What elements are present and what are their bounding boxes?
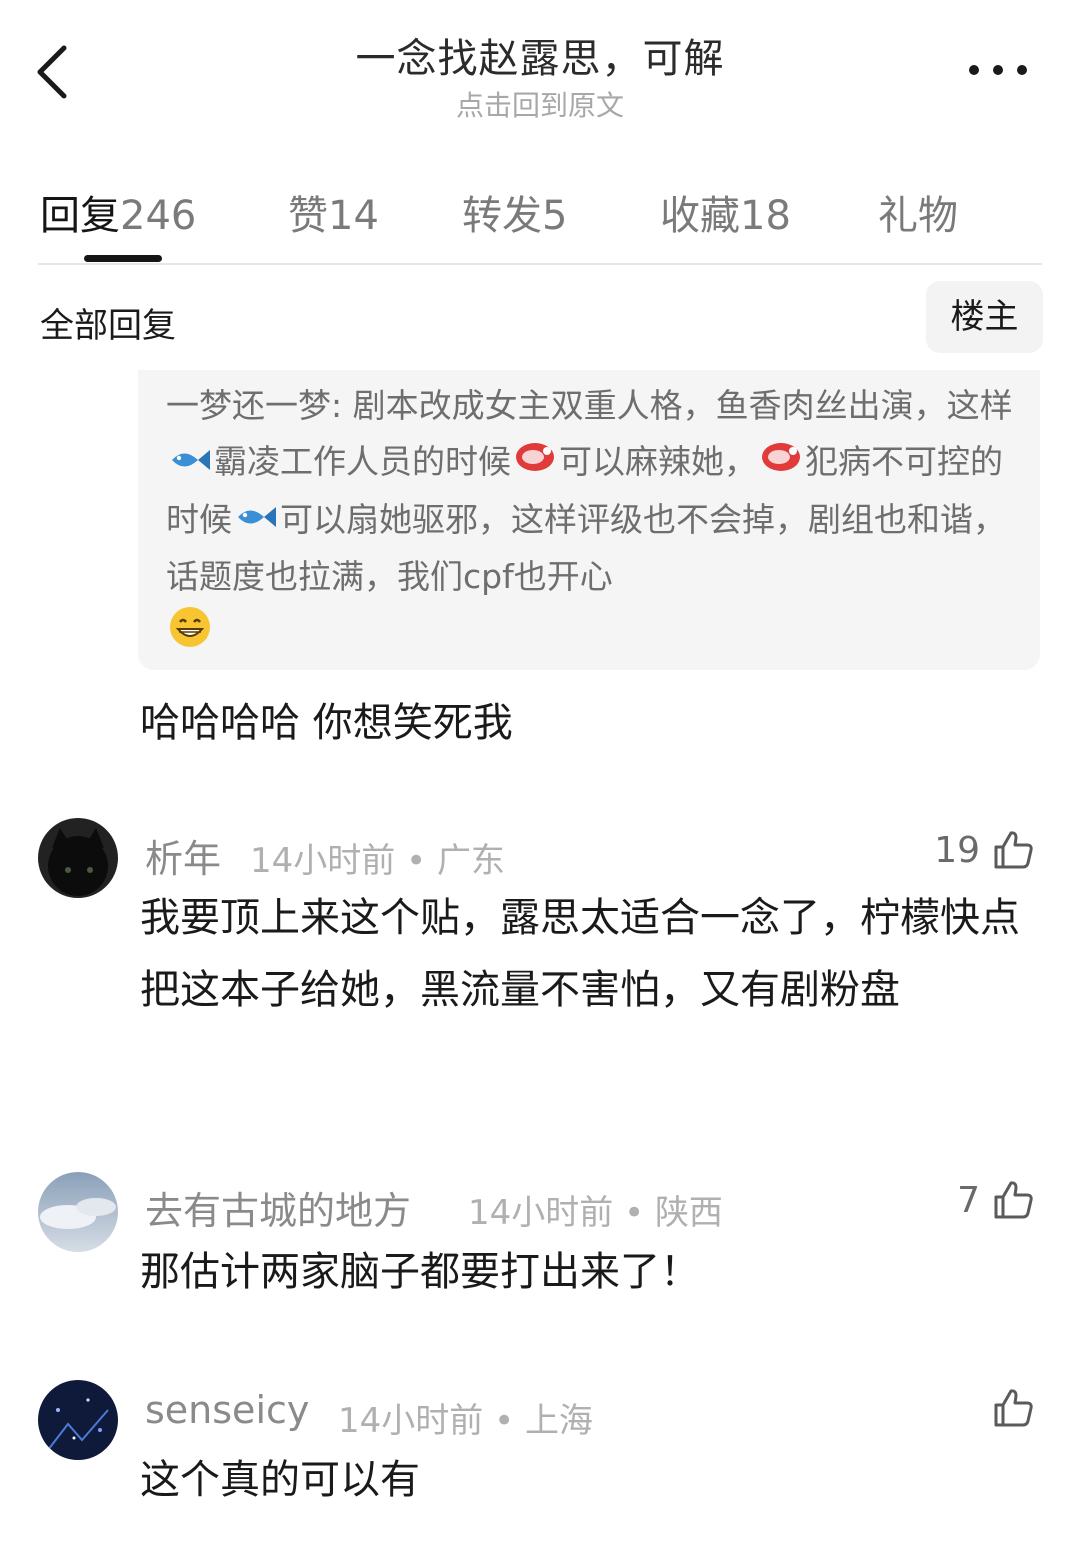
more-button[interactable]: [960, 52, 1036, 88]
quoted-comment[interactable]: 一梦还一梦: 剧本改成女主双重人格，鱼香肉丝出演，这样霸凌工作人员的时候 可以麻辣…: [138, 370, 1040, 670]
active-tab-indicator: [84, 255, 162, 262]
comment-location: 广东: [436, 841, 505, 881]
comment-text: 我要顶上来这个贴，露思太适合一念了，柠檬快点把这本子给她，黑流量不害怕，又有剧粉…: [140, 895, 1020, 1013]
comment-text: 这个真的可以有: [140, 1457, 420, 1503]
more-horizontal-icon: [969, 65, 1027, 75]
comment-author[interactable]: 去有古城的地方: [145, 1180, 411, 1235]
avatar[interactable]: [38, 1172, 118, 1252]
tab-favorites[interactable]: 收藏18: [660, 183, 791, 241]
tab-bar: 回复246 赞14 转发5 收藏18 礼物: [38, 175, 1042, 265]
comment-time: 14小时前: [250, 841, 396, 881]
page-title: 一念找赵露思，可解: [355, 36, 725, 82]
thumbs-up-icon: [994, 831, 1033, 869]
comment-item: 去有古城的地方 14小时前 • 陕西 7 那估计两家脑子都要打出来了！: [0, 1170, 1080, 1310]
comment-author[interactable]: 析年: [145, 828, 221, 883]
comment-location: 陕西: [654, 1193, 723, 1233]
tab-gifts[interactable]: 礼物: [878, 183, 958, 241]
comment-item: senseicy 14小时前 • 上海 这个真的可以有: [0, 1378, 1080, 1518]
quote-segment: 霸凌工作人员的时候: [214, 442, 511, 481]
meat-emoji-icon: [759, 436, 803, 492]
avatar[interactable]: [38, 818, 118, 898]
quoted-comment-text: 一梦还一梦: 剧本改成女主双重人格，鱼香肉丝出演，这样霸凌工作人员的时候 可以麻辣…: [166, 378, 1016, 666]
reply-text: 哈哈哈哈 你想笑死我: [140, 700, 513, 746]
like-button[interactable]: 7: [957, 1176, 1036, 1224]
comment-meta: 14小时前 • 上海: [338, 1401, 593, 1441]
tab-label: 转发: [462, 193, 542, 239]
all-replies-label: 全部回复: [40, 306, 176, 346]
like-count: 7: [957, 1179, 980, 1221]
comment-author[interactable]: senseicy: [145, 1388, 309, 1432]
tab-likes[interactable]: 赞14: [288, 183, 379, 241]
tab-label: 礼物: [878, 193, 958, 239]
back-to-original-link[interactable]: 点击回到原文: [0, 84, 1080, 124]
like-button[interactable]: 19: [934, 826, 1036, 874]
comment-location: 上海: [524, 1401, 593, 1441]
tab-label: 收藏: [660, 193, 740, 239]
tab-count: 14: [328, 193, 379, 239]
fish-emoji-icon: [234, 493, 278, 549]
owner-only-button[interactable]: 楼主: [926, 281, 1043, 353]
thumbs-up-icon: [994, 1389, 1033, 1427]
avatar[interactable]: [38, 1380, 118, 1460]
tab-label: 回复: [40, 193, 120, 239]
like-count: 19: [934, 829, 980, 871]
top-bar: 一念找赵露思，可解 点击回到原文: [0, 0, 1080, 160]
tab-reposts[interactable]: 转发5: [462, 183, 567, 241]
quote-segment: 一梦还一梦: 剧本改成女主双重人格，鱼香肉丝出演，这样: [166, 386, 1013, 425]
tab-count: 5: [542, 193, 568, 239]
grin-emoji-icon: [168, 605, 212, 666]
tab-replies[interactable]: 回复246: [40, 183, 196, 241]
comment-meta: 14小时前 • 陕西: [468, 1193, 723, 1233]
quote-segment: 可以麻辣她，: [559, 442, 757, 481]
comment-time: 14小时前: [338, 1401, 484, 1441]
comment-item: 析年 14小时前 • 广东 19 我要顶上来这个贴，露思太适合一念了，柠檬快点把…: [0, 818, 1080, 1118]
tab-count: 18: [740, 193, 791, 239]
comment-meta: 14小时前 • 广东: [250, 841, 505, 881]
like-button[interactable]: [990, 1384, 1036, 1432]
tab-count: 246: [120, 193, 197, 239]
thumbs-up-icon: [994, 1181, 1033, 1219]
comment-text: 那估计两家脑子都要打出来了！: [140, 1249, 700, 1295]
quote-segment: 可以扇她驱邪，这样评级也不会掉，剧组也和谐，话题度也拉满，我们cpf也开心: [166, 499, 1006, 597]
fish-emoji-icon: [168, 436, 212, 492]
comment-time: 14小时前: [468, 1193, 614, 1233]
meat-emoji-icon: [513, 436, 557, 492]
tab-label: 赞: [288, 193, 328, 239]
